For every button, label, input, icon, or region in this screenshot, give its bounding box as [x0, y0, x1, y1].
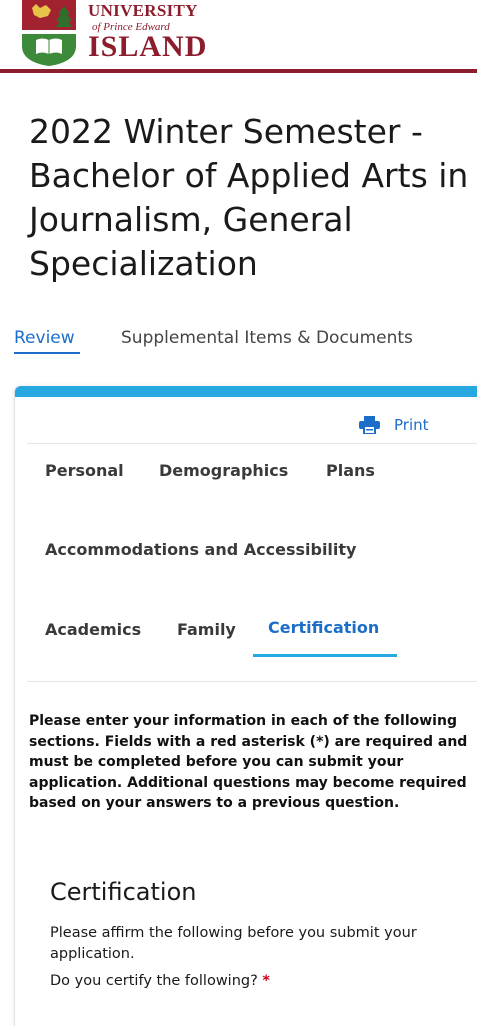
active-section-indicator: [253, 654, 397, 657]
logo-line-island: ISLAND: [88, 30, 208, 63]
certification-question-text: Do you certify the following?: [50, 973, 258, 989]
logo-line-university: UNIVERSITY: [88, 1, 198, 20]
active-tab-indicator: [14, 352, 80, 354]
university-crest-icon[interactable]: [20, 0, 78, 66]
section-tab-personal[interactable]: Personal: [45, 459, 124, 483]
tab-review[interactable]: Review: [14, 326, 75, 350]
certification-description: Please affirm the following before you s…: [50, 925, 417, 962]
section-tab-certification[interactable]: Certification: [268, 616, 379, 640]
toolbar-divider: [27, 443, 477, 444]
header-divider: [0, 69, 477, 73]
section-tab-family[interactable]: Family: [177, 618, 236, 642]
printer-icon: [359, 416, 380, 434]
card-accent-bar: [15, 386, 477, 397]
certification-question: Do you certify the following? *: [50, 971, 270, 991]
application-card: Print Personal Demographics Plans Accomm…: [14, 386, 477, 1026]
section-divider: [27, 681, 477, 682]
tab-supplemental-items[interactable]: Supplemental Items & Documents: [121, 326, 413, 350]
page-title: 2022 Winter Semester - Bachelor of Appli…: [29, 112, 469, 283]
section-tab-demographics[interactable]: Demographics: [159, 459, 288, 483]
instructions-text: Please enter your information in each of…: [29, 713, 468, 811]
section-tab-plans[interactable]: Plans: [326, 459, 375, 483]
required-asterisk: *: [262, 973, 270, 989]
site-header: UNIVERSITY of Prince Edward ISLAND: [0, 0, 477, 70]
print-label: Print: [394, 416, 429, 434]
section-tab-accommodations[interactable]: Accommodations and Accessibility: [45, 538, 356, 562]
section-tab-academics[interactable]: Academics: [45, 618, 141, 642]
certification-heading: Certification: [50, 878, 197, 906]
